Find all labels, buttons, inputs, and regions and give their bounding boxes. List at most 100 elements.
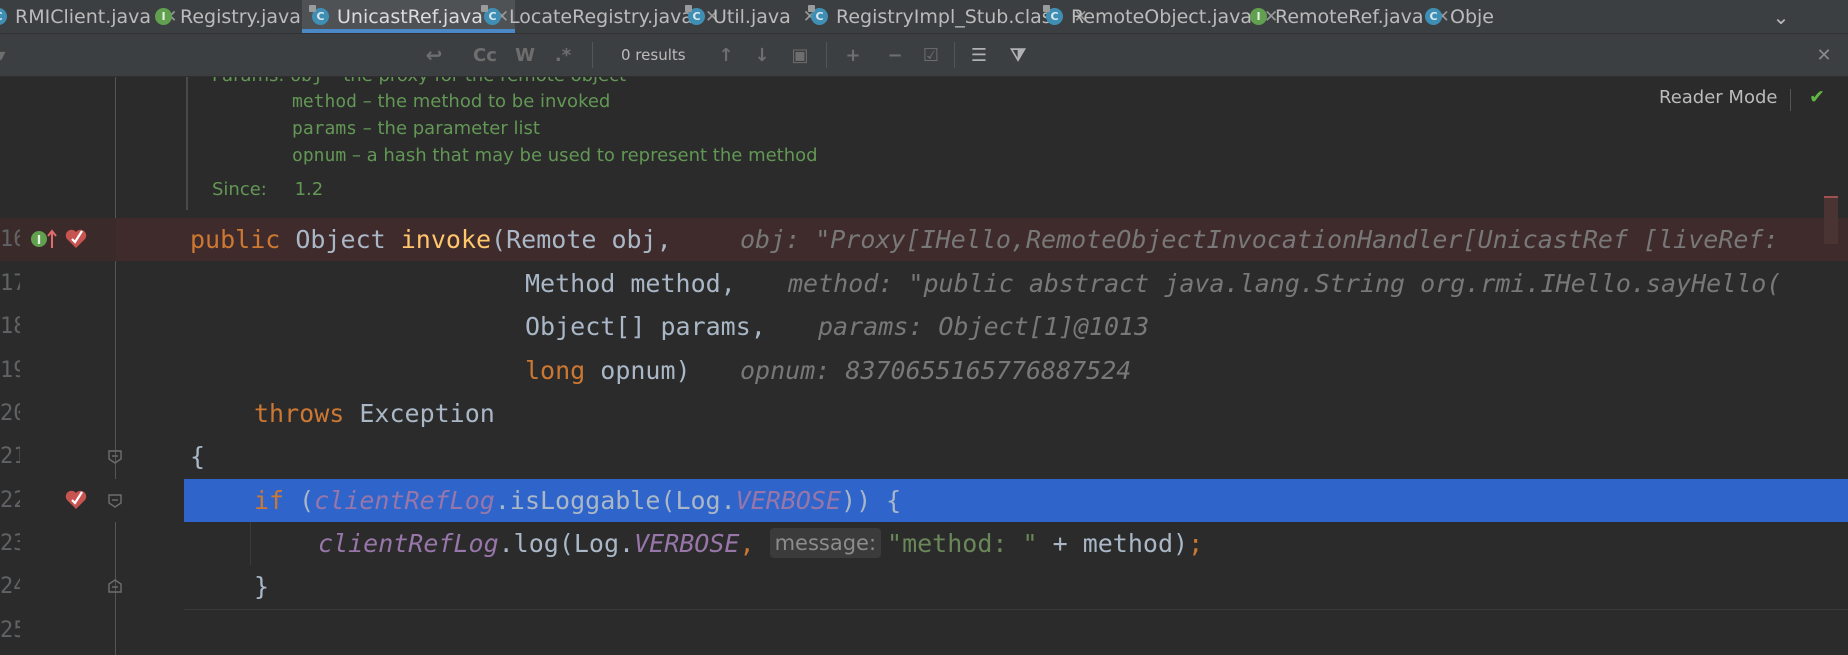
inline-debug-value: params: Object[1]@1013 [818, 312, 1150, 341]
line-number: 17 [0, 271, 20, 296]
words-toggle[interactable]: W [511, 34, 539, 76]
implements-method-icon[interactable]: I [29, 226, 59, 252]
class-icon: C [0, 8, 7, 25]
fold-icon[interactable] [107, 493, 123, 509]
inline-debug-value: opnum: 8370655165776887524 [740, 356, 1132, 385]
tab-label: LocateRegistry.java [509, 5, 694, 28]
tab-rmiclient[interactable]: C RMIClient.java ✕ [0, 0, 177, 33]
inline-debug-value: obj: "Proxy[IHello,RemoteObjectInvocatio… [740, 225, 1779, 254]
breakpoint-icon[interactable] [64, 488, 88, 512]
chevron-down-icon[interactable]: ⌄ [1766, 0, 1796, 33]
param-desc: – the method to be invoked [362, 91, 611, 112]
param-desc: – the proxy for the remote object [328, 77, 626, 86]
find-bar: ▾ ↩ Cc W .* 0 results ↑ ↓ ▣ + − ☑ ☰ ⧩ ✕ [0, 34, 1848, 77]
locked-class-icon: C [309, 5, 329, 25]
regex-toggle[interactable]: .* [548, 34, 578, 76]
indent-guide [250, 522, 251, 565]
line-number: 19 [0, 358, 20, 383]
add-occurrence-icon[interactable]: + [838, 34, 868, 76]
divider [1790, 89, 1791, 111]
svg-text:I: I [37, 233, 41, 247]
params-label: Params: [212, 77, 284, 86]
select-all-occurrences-icon[interactable]: ☑ [916, 34, 946, 76]
class-icon: C [1425, 8, 1442, 25]
line-number: 16 [0, 227, 20, 252]
code-text: { [190, 442, 206, 471]
since-value: 1.2 [294, 179, 324, 200]
code-line-24[interactable]: 24 } [0, 565, 1848, 608]
locked-class-icon: C [685, 5, 705, 25]
param-name: opnum [292, 145, 347, 166]
tab-label: RMIClient.java [15, 5, 152, 28]
scrollbar-marker[interactable] [1824, 196, 1838, 244]
javadoc-param-method: method – the method to be invoked [292, 91, 610, 112]
tab-label: RegistryImpl_Stub.class [836, 5, 1062, 28]
arrow-down-icon[interactable]: ↓ [750, 34, 774, 76]
line-number: 24 [0, 574, 20, 599]
fold-end-icon[interactable] [107, 578, 123, 594]
param-desc: – the parameter list [362, 118, 540, 139]
editor-tab-bar: C RMIClient.java ✕ I Registry.java ✕ C U… [0, 0, 1848, 34]
code-text: } [254, 572, 270, 601]
param-name: method [292, 91, 358, 112]
code-editor[interactable]: Params: obj – the proxy for the remote o… [0, 77, 1848, 655]
code-text: long opnum) [525, 356, 691, 385]
code-line-19[interactable]: 19 long opnum) opnum: 837065516577688752… [0, 349, 1848, 392]
tab-label: RemoteObject.java [1071, 5, 1253, 28]
remove-occurrence-icon[interactable]: − [880, 34, 910, 76]
tab-remoteref[interactable]: I RemoteRef.java ✕ [1250, 0, 1450, 33]
tab-label: Obje [1450, 5, 1494, 28]
param-name: obj [290, 77, 323, 86]
line-number: 22 [0, 488, 20, 513]
tab-object[interactable]: C Obje [1425, 0, 1494, 33]
javadoc-since: Since: 1.2 [212, 179, 323, 200]
tab-locateregistry[interactable]: C LocateRegistry.java ✕ [481, 0, 719, 33]
javadoc-param-obj: Params: obj – the proxy for the remote o… [212, 77, 626, 86]
search-results-count: 0 results [621, 46, 686, 64]
tab-util[interactable]: C Util.java ✕ [685, 0, 817, 33]
code-text: clientRefLog.log(Log.VERBOSE, message: "m… [318, 528, 1204, 558]
arrow-up-icon[interactable]: ↑ [714, 34, 738, 76]
code-text: if (clientRefLog.isLoggable(Log.VERBOSE)… [254, 486, 902, 515]
line-number: 21 [0, 444, 20, 469]
divider [184, 609, 1848, 610]
tab-remoteobject[interactable]: C RemoteObject.java ✕ [1043, 0, 1278, 33]
code-line-21[interactable]: 21 { [0, 435, 1848, 478]
since-label: Since: [212, 179, 267, 200]
code-line-16[interactable]: 16 I public Object invoke(Remote obj, ob… [0, 218, 1848, 261]
code-line-18[interactable]: 18 Object[] params, params: Object[1]@10… [0, 305, 1848, 348]
code-text: throws Exception [254, 399, 495, 428]
code-text: Object[] params, [525, 312, 766, 341]
code-line-17[interactable]: 17 Method method, method: "public abstra… [0, 262, 1848, 305]
divider [954, 42, 955, 68]
filter-search-icon[interactable]: ☰ [964, 34, 994, 76]
param-name: params [292, 118, 358, 139]
code-line-25[interactable]: 25 [0, 609, 1848, 652]
tab-label: UnicastRef.java [337, 5, 483, 28]
javadoc-param-params: params – the parameter list [292, 118, 540, 139]
code-line-23[interactable]: 23 clientRefLog.log(Log.VERBOSE, message… [0, 522, 1848, 565]
check-icon[interactable]: ✔ [1809, 86, 1825, 108]
reader-mode-toggle[interactable]: Reader Mode [1659, 87, 1777, 108]
filter-icon[interactable]: ⧩ [1004, 34, 1032, 76]
gutter-area [0, 479, 184, 522]
inline-debug-value: method: "public abstract java.lang.Strin… [788, 269, 1782, 298]
match-case-toggle[interactable]: Cc [470, 34, 500, 76]
tab-label: Registry.java [180, 5, 301, 28]
newline-icon[interactable]: ↩ [420, 34, 448, 76]
param-desc: – a hash that may be used to represent t… [351, 145, 818, 166]
line-number: 23 [0, 531, 20, 556]
line-number: 20 [0, 401, 20, 426]
fold-icon[interactable] [107, 449, 123, 465]
code-line-22-current[interactable]: 22 if (clientRefLog.isLoggable(Log.VERBO… [0, 479, 1848, 522]
locked-class-icon: C [481, 5, 501, 25]
open-window-icon[interactable]: ▣ [788, 34, 812, 76]
divider [826, 42, 827, 68]
javadoc-param-opnum: opnum – a hash that may be used to repre… [292, 145, 818, 166]
javadoc-bar [186, 77, 188, 210]
close-icon[interactable]: ✕ [1812, 34, 1836, 76]
history-dropdown-icon[interactable]: ▾ [0, 34, 8, 76]
code-line-20[interactable]: 20 throws Exception [0, 392, 1848, 435]
breakpoint-icon[interactable] [64, 227, 88, 251]
locked-class-icon: C [1043, 5, 1063, 25]
